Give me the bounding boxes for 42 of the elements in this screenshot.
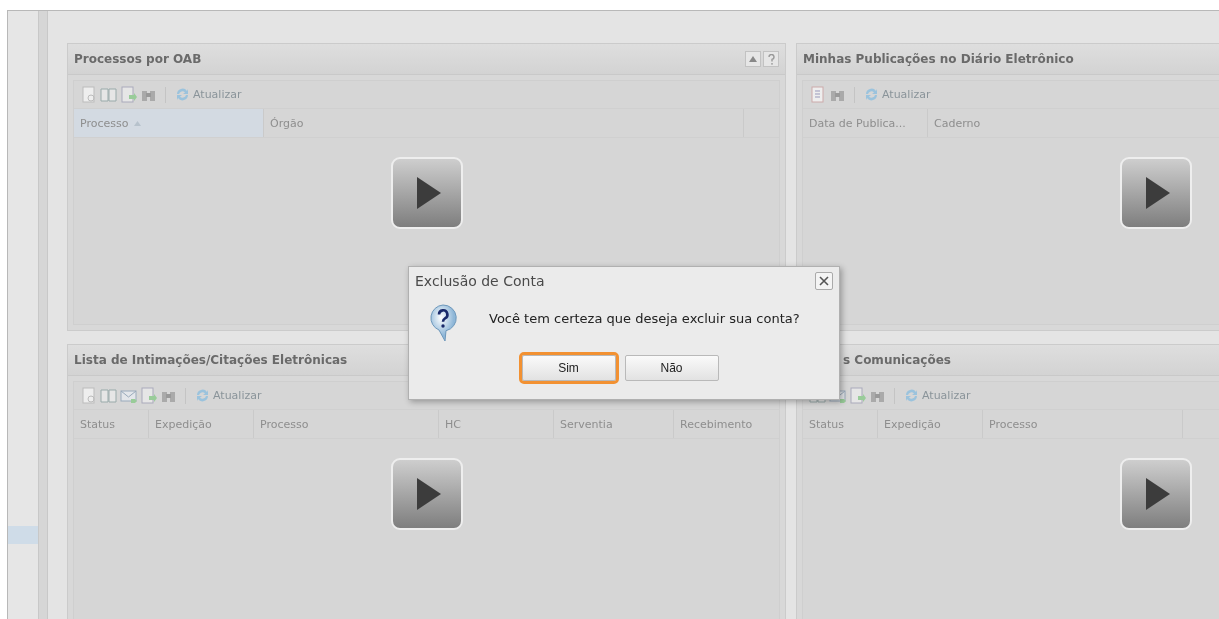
- collapse-icon: [749, 56, 757, 62]
- splitter[interactable]: [38, 11, 48, 619]
- refresh-button[interactable]: Atualizar: [174, 86, 242, 103]
- column-header[interactable]: Data de Publica...: [803, 109, 928, 137]
- dialog-message: Você tem certeza que deseja excluir sua conta?: [489, 311, 800, 326]
- close-button[interactable]: [815, 272, 833, 290]
- column-header[interactable]: Status: [74, 410, 149, 438]
- question-icon: [429, 304, 457, 342]
- close-icon: [819, 276, 829, 286]
- column-header[interactable]: Processo: [254, 410, 439, 438]
- panel-title: s Comunicações: [842, 353, 952, 367]
- column-header[interactable]: Processo: [983, 410, 1183, 438]
- refresh-button[interactable]: Atualizar: [903, 387, 971, 404]
- column-header[interactable]: Processo: [74, 109, 264, 137]
- panel-title: Processos por OAB: [74, 52, 203, 66]
- refresh-button[interactable]: Atualizar: [194, 387, 262, 404]
- column-header[interactable]: Expedição: [878, 410, 983, 438]
- sidebar-item[interactable]: [8, 526, 38, 544]
- column-header[interactable]: Órgão: [264, 109, 744, 137]
- refresh-icon: [194, 387, 211, 404]
- panel-title: Minhas Publicações no Diário Eletrônico: [803, 52, 1075, 66]
- column-header[interactable]: Caderno: [928, 109, 1219, 137]
- collapse-button[interactable]: [745, 51, 761, 67]
- refresh-icon: [903, 387, 920, 404]
- play-icon[interactable]: [1119, 458, 1192, 530]
- play-icon[interactable]: [390, 458, 463, 530]
- refresh-icon: [863, 86, 880, 103]
- column-header[interactable]: HC: [439, 410, 554, 438]
- dialog-button[interactable]: Sim: [521, 355, 616, 381]
- dialog-button[interactable]: Não: [624, 355, 719, 381]
- help-button[interactable]: [763, 51, 779, 67]
- column-header[interactable]: Expedição: [149, 410, 254, 438]
- column-header[interactable]: Serventia: [554, 410, 674, 438]
- play-icon[interactable]: [1119, 157, 1192, 229]
- dialog-title: Exclusão de Conta: [415, 273, 545, 289]
- panel-title: Lista de Intimações/Citações Eletrônicas: [74, 353, 349, 367]
- play-icon[interactable]: [390, 157, 463, 229]
- help-icon: [767, 53, 775, 65]
- column-header[interactable]: Status: [803, 410, 878, 438]
- refresh-icon: [174, 86, 191, 103]
- sort-ascending-icon: [134, 120, 142, 126]
- refresh-button[interactable]: Atualizar: [863, 86, 931, 103]
